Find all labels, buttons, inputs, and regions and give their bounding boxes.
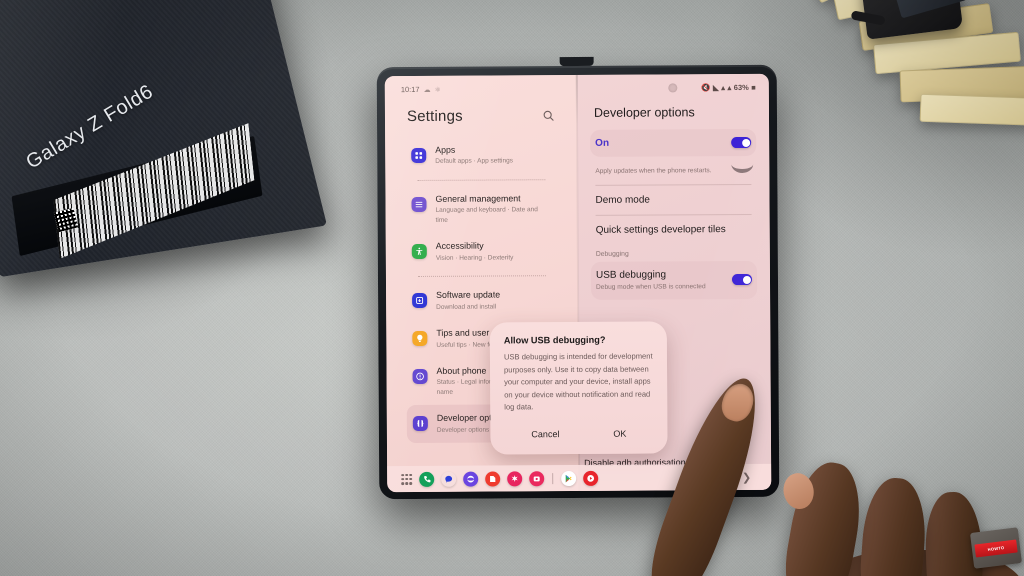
watermark-text: HOWTO (987, 544, 1005, 552)
channel-watermark: HOWTO (969, 527, 1023, 569)
watermark-card: HOWTO (969, 527, 1023, 569)
ring-finger (857, 476, 929, 576)
user-hand (640, 369, 1024, 576)
index-finger-pointing (640, 369, 774, 576)
fingernail (780, 470, 817, 512)
